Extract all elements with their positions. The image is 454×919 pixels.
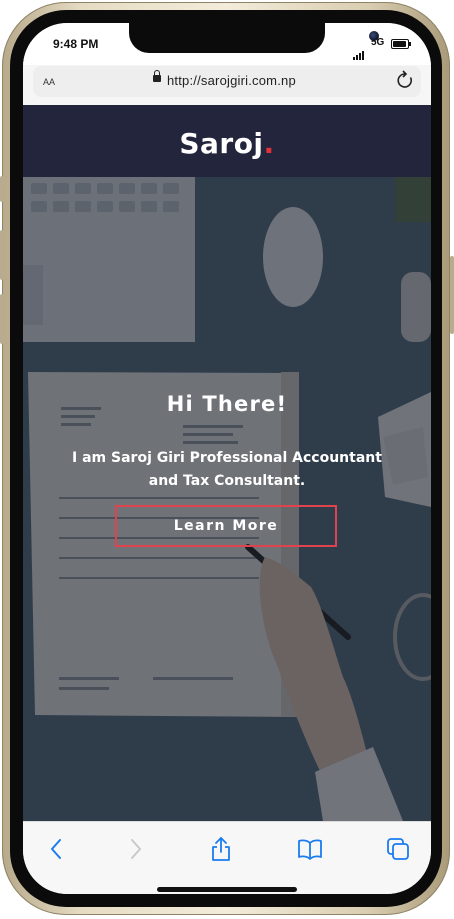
- share-icon[interactable]: [204, 832, 238, 866]
- reload-icon[interactable]: [395, 69, 415, 96]
- home-indicator[interactable]: [157, 887, 297, 892]
- logo-dot: .: [263, 127, 275, 160]
- hero-section: Hi There! I am Saroj Giri Professional A…: [23, 177, 431, 821]
- mute-switch: [0, 176, 4, 202]
- forward-icon[interactable]: [119, 832, 153, 866]
- power-button: [450, 256, 454, 334]
- address-bar[interactable]: AA http://sarojgiri.com.np: [33, 66, 421, 97]
- volume-down-button: [0, 294, 4, 344]
- notch: [129, 23, 379, 53]
- text-size-button[interactable]: AA: [43, 74, 55, 88]
- hero-dark-overlay: [23, 177, 431, 821]
- camera-icon: [369, 31, 379, 41]
- status-time: 9:48 PM: [53, 37, 99, 51]
- tabs-icon[interactable]: [381, 832, 415, 866]
- site-logo[interactable]: Saroj.: [23, 127, 431, 160]
- bookmarks-icon[interactable]: [293, 832, 327, 866]
- site-header: Saroj.: [23, 105, 431, 177]
- volume-up-button: [0, 230, 4, 280]
- lock-icon: [153, 70, 161, 82]
- phone-screen: 9:48 PM 5G AA http://sarojgiri.com.np Sa…: [23, 23, 431, 894]
- website-viewport: Saroj. Hi There! I am Saroj Giri Profess…: [23, 105, 431, 821]
- back-icon[interactable]: [39, 832, 73, 866]
- logo-text: Saroj: [179, 127, 264, 160]
- hero-heading: Hi There!: [166, 392, 288, 416]
- signal-icon: [353, 41, 365, 60]
- url-text[interactable]: http://sarojgiri.com.np: [167, 73, 296, 88]
- hero-tagline: I am Saroj Giri Professional Accountant …: [72, 450, 382, 489]
- text-size-label: AA: [43, 77, 56, 87]
- battery-icon: [391, 39, 411, 49]
- browser-toolbar: [23, 821, 431, 894]
- learn-more-button[interactable]: Learn More: [115, 505, 337, 547]
